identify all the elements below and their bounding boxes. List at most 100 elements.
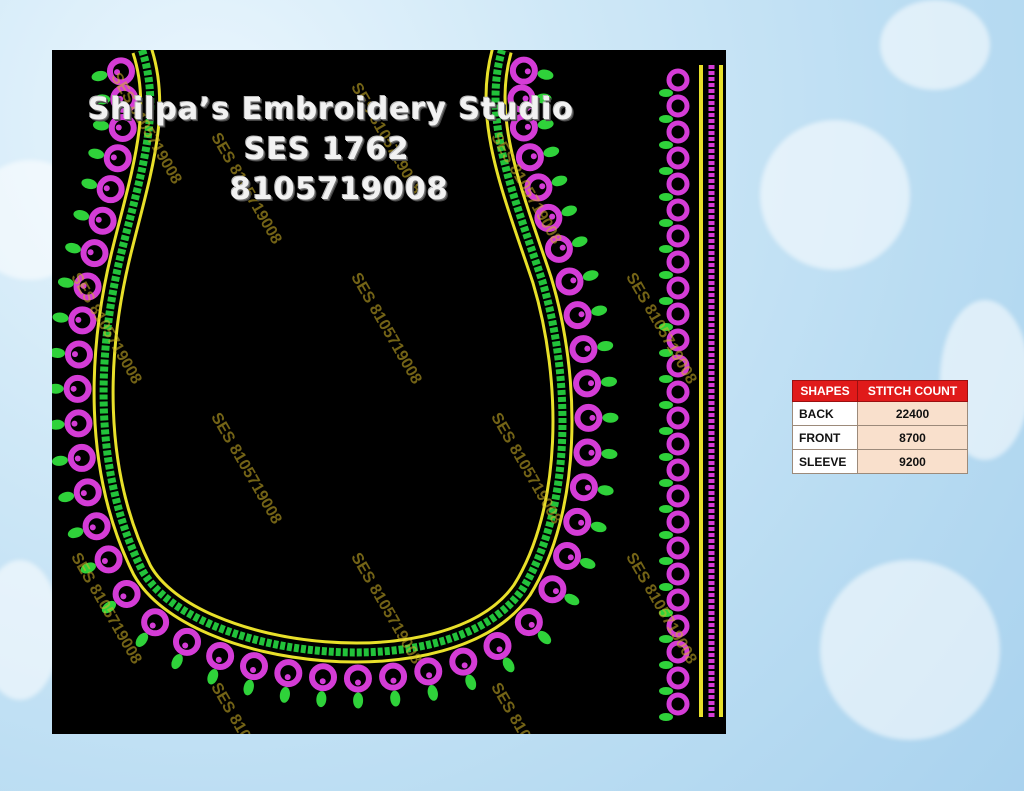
sleeve-leaf-motif xyxy=(659,583,673,591)
scroll-motif-center xyxy=(319,678,326,685)
scroll-motif xyxy=(555,267,584,296)
scroll-motif-center xyxy=(578,519,585,526)
leaf-motif xyxy=(52,455,68,466)
scroll-motif xyxy=(103,144,132,173)
phone-number: 8105719008 xyxy=(230,172,449,207)
leaf-motif xyxy=(590,521,607,533)
scroll-motif-center xyxy=(87,249,94,256)
scroll-motif-center xyxy=(103,185,110,192)
leaf-motif xyxy=(551,175,568,187)
scroll-motif xyxy=(88,206,117,235)
leaf-motif xyxy=(279,686,290,703)
sleeve-leaf-motif xyxy=(659,531,673,539)
sleeve-scroll-motif xyxy=(666,172,690,196)
leaf-motif xyxy=(591,305,608,316)
shape-name: FRONT xyxy=(792,425,858,450)
scroll-motif xyxy=(569,473,598,502)
stitch-count: 8700 xyxy=(857,425,968,450)
scroll-motif xyxy=(309,663,338,692)
scroll-motif xyxy=(63,374,92,403)
scroll-motif xyxy=(94,545,123,574)
sleeve-scroll-motif xyxy=(666,692,690,716)
leaf-motif xyxy=(58,491,75,503)
scroll-motif-center xyxy=(74,455,81,462)
sleeve-scroll-motif xyxy=(666,458,690,482)
leaf-motif xyxy=(91,70,108,82)
scroll-motif-center xyxy=(75,316,82,323)
sleeve-scroll-motif xyxy=(666,406,690,430)
sleeve-leaf-motif xyxy=(659,427,673,435)
scroll-motif xyxy=(112,580,141,609)
leaf-motif xyxy=(597,341,614,352)
sleeve-scroll-motif xyxy=(666,432,690,456)
leaf-motif xyxy=(580,558,596,569)
scroll-motif-center xyxy=(215,656,222,663)
leaf-motif xyxy=(81,178,98,190)
scroll-motif-center xyxy=(149,622,156,629)
scroll-motif-center xyxy=(588,449,595,456)
scroll-motif xyxy=(80,239,109,268)
scroll-motif-center xyxy=(528,621,535,628)
scroll-motif-center xyxy=(584,345,591,352)
sleeve-leaf-motif xyxy=(659,167,673,175)
sleeve-leaf-motif xyxy=(659,89,673,97)
background-flower xyxy=(880,0,990,90)
sleeve-scroll-motif xyxy=(666,588,690,612)
table-row: SLEEVE 9200 xyxy=(792,449,968,474)
leaf-motif xyxy=(602,412,619,423)
scroll-motif xyxy=(67,443,96,472)
leaf-motif xyxy=(572,236,588,248)
leaf-motif xyxy=(243,679,254,696)
scroll-motif-center xyxy=(567,554,574,561)
sleeve-scroll-motif xyxy=(666,224,690,248)
sleeve-leaf-motif xyxy=(659,401,673,409)
scroll-motif-center xyxy=(284,674,291,681)
sleeve-scroll-motif xyxy=(666,666,690,690)
leaf-motif xyxy=(52,383,64,394)
background-flower xyxy=(760,120,910,270)
sleeve-leaf-motif xyxy=(659,115,673,123)
scroll-motif xyxy=(64,409,93,438)
sleeve-leaf-motif xyxy=(659,193,673,201)
scroll-motif-center xyxy=(589,414,596,421)
scroll-motif-center xyxy=(426,672,433,679)
scroll-motif xyxy=(573,438,602,467)
scroll-motif xyxy=(569,335,598,364)
scroll-motif-center xyxy=(101,557,108,564)
scroll-motif xyxy=(141,608,170,637)
table-row: FRONT 8700 xyxy=(792,425,968,450)
scroll-motif-center xyxy=(182,642,189,649)
scroll-motif xyxy=(553,541,582,570)
sleeve-leaf-motif xyxy=(659,661,673,669)
sleeve-yellow-border xyxy=(699,65,703,717)
design-code: SES 1762 xyxy=(244,132,410,167)
sleeve-scroll-motif xyxy=(666,562,690,586)
sleeve-scroll-motif xyxy=(666,120,690,144)
sleeve-scroll-motif xyxy=(666,94,690,118)
scroll-motif-center xyxy=(524,68,531,75)
scroll-motif-center xyxy=(250,667,257,674)
stitch-count: 22400 xyxy=(857,401,968,426)
sleeve-leaf-motif xyxy=(659,505,673,513)
scroll-motif xyxy=(483,631,512,660)
embroidery-design-panel: SES 8105719008 SES 8105719008 SES 810571… xyxy=(52,50,726,734)
scroll-motif-center xyxy=(80,490,87,497)
scroll-motif-center xyxy=(496,646,503,653)
scroll-motif xyxy=(343,664,372,693)
scroll-motif xyxy=(563,301,592,330)
background-flower xyxy=(820,560,1000,740)
leaf-motif xyxy=(601,376,617,387)
stitch-count: 9200 xyxy=(857,449,968,474)
sleeve-leaf-motif xyxy=(659,141,673,149)
scroll-motif-center xyxy=(89,524,96,531)
scroll-motif xyxy=(64,340,93,369)
sleeve-leaf-motif xyxy=(659,245,673,253)
leaf-motif xyxy=(65,242,81,254)
scroll-motif-center xyxy=(390,677,397,684)
scroll-motif xyxy=(82,512,111,541)
scroll-motif xyxy=(206,641,235,670)
sleeve-scroll-motif xyxy=(666,146,690,170)
scroll-motif xyxy=(449,647,478,676)
sleeve-scroll-motif xyxy=(666,250,690,274)
sleeve-scroll-motif xyxy=(666,198,690,222)
